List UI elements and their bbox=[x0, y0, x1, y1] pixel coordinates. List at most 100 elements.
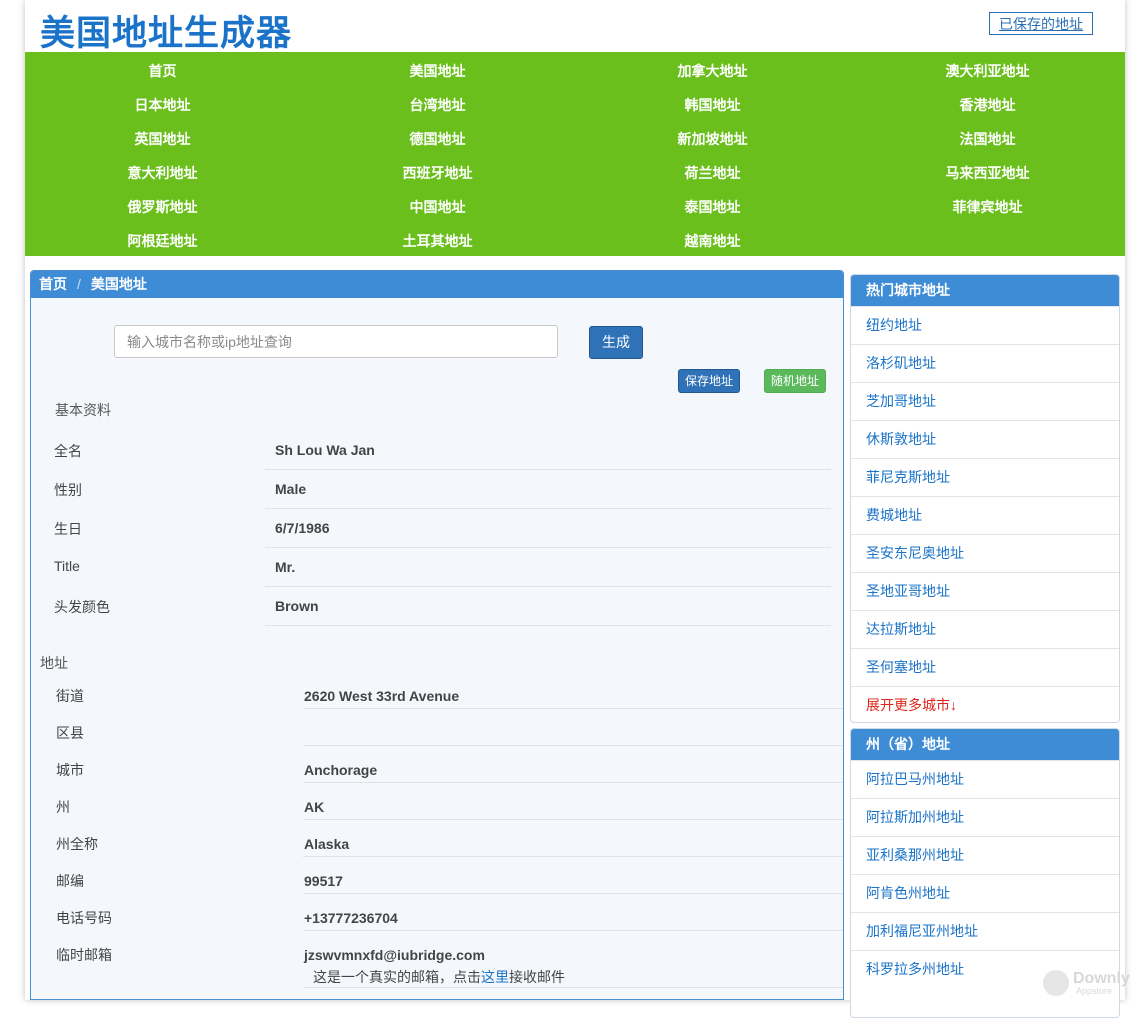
hot-city-link[interactable]: 纽约地址 bbox=[851, 306, 1119, 344]
basic-info-heading: 基本资料 bbox=[55, 402, 111, 418]
nav-item[interactable]: 日本地址 bbox=[25, 95, 300, 115]
states-heading: 州（省）地址 bbox=[851, 729, 1119, 760]
address-field-value: AK bbox=[304, 799, 325, 815]
email-hint-prefix: 这是一个真实的邮箱，点击 bbox=[313, 969, 481, 985]
address-field-value: 2620 West 33rd Avenue bbox=[304, 688, 460, 704]
nav-item[interactable]: 台湾地址 bbox=[300, 95, 575, 115]
row-divider bbox=[303, 819, 843, 820]
nav-item[interactable]: 美国地址 bbox=[300, 61, 575, 81]
nav-item[interactable]: 菲律宾地址 bbox=[850, 197, 1125, 217]
hot-city-link[interactable]: 圣安东尼奥地址 bbox=[851, 534, 1119, 572]
state-link[interactable]: 阿肯色州地址 bbox=[851, 874, 1119, 912]
site-header: 美国地址生成器 已保存的地址 bbox=[25, 0, 1125, 54]
nav-item[interactable]: 英国地址 bbox=[25, 129, 300, 149]
row-divider bbox=[303, 782, 843, 783]
address-field-label: 州全称 bbox=[56, 836, 98, 852]
random-address-button[interactable]: 随机地址 bbox=[764, 369, 826, 393]
nav-item[interactable]: 俄罗斯地址 bbox=[25, 197, 300, 217]
state-link[interactable]: 加利福尼亚州地址 bbox=[851, 912, 1119, 950]
hot-cities-heading: 热门城市地址 bbox=[851, 275, 1119, 306]
row-divider bbox=[265, 508, 831, 509]
hot-city-link[interactable]: 圣何塞地址 bbox=[851, 648, 1119, 686]
nav-item[interactable]: 土耳其地址 bbox=[300, 231, 575, 251]
nav-item[interactable]: 荷兰地址 bbox=[575, 163, 850, 183]
breadcrumb-current: 美国地址 bbox=[90, 276, 147, 292]
page-container: 美国地址生成器 已保存的地址 首页 美国地址 加拿大地址 澳大利亚地址 日本地址 台湾地址… bbox=[25, 0, 1125, 1018]
row-divider bbox=[303, 708, 843, 709]
state-link[interactable]: 亚利桑那州地址 bbox=[851, 836, 1119, 874]
row-divider bbox=[265, 625, 831, 626]
address-field-label: 城市 bbox=[56, 762, 84, 778]
field-label: 生日 bbox=[54, 521, 82, 537]
site-title[interactable]: 美国地址生成器 bbox=[40, 5, 292, 56]
field-label: 头发颜色 bbox=[54, 599, 110, 615]
address-field-label: 州 bbox=[56, 799, 70, 815]
field-value: Brown bbox=[275, 598, 319, 614]
state-link[interactable]: 阿拉巴马州地址 bbox=[851, 760, 1119, 798]
address-field-label: 临时邮箱 bbox=[56, 947, 112, 963]
field-value: Sh Lou Wa Jan bbox=[275, 442, 375, 458]
nav-item[interactable]: 加拿大地址 bbox=[575, 61, 850, 81]
row-divider bbox=[303, 930, 843, 931]
row-divider bbox=[265, 586, 831, 587]
save-address-button[interactable]: 保存地址 bbox=[678, 369, 740, 393]
hot-city-link[interactable]: 休斯敦地址 bbox=[851, 420, 1119, 458]
state-link[interactable]: 阿拉斯加州地址 bbox=[851, 798, 1119, 836]
nav-item[interactable]: 法国地址 bbox=[850, 129, 1125, 149]
nav-item[interactable]: 泰国地址 bbox=[575, 197, 850, 217]
row-divider bbox=[265, 469, 831, 470]
nav-item[interactable]: 新加坡地址 bbox=[575, 129, 850, 149]
nav-item[interactable]: 德国地址 bbox=[300, 129, 575, 149]
hot-city-link[interactable]: 达拉斯地址 bbox=[851, 610, 1119, 648]
expand-more-cities-link[interactable]: 展开更多城市↓ bbox=[851, 686, 1119, 722]
address-field-value: Anchorage bbox=[304, 762, 378, 778]
breadcrumb-home[interactable]: 首页 bbox=[39, 276, 67, 292]
hot-city-link[interactable]: 费城地址 bbox=[851, 496, 1119, 534]
nav-item[interactable]: 马来西亚地址 bbox=[850, 163, 1125, 183]
city-ip-search-input[interactable] bbox=[114, 325, 558, 358]
email-hint-suffix: 接收邮件 bbox=[509, 969, 565, 985]
field-value: Male bbox=[275, 481, 307, 497]
hot-city-link[interactable]: 圣地亚哥地址 bbox=[851, 572, 1119, 610]
field-label: 全名 bbox=[54, 443, 82, 459]
nav-item[interactable]: 意大利地址 bbox=[25, 163, 300, 183]
generate-button[interactable]: 生成 bbox=[589, 326, 643, 359]
hot-city-link[interactable]: 菲尼克斯地址 bbox=[851, 458, 1119, 496]
appstore-watermark: Downly Appstore bbox=[1043, 968, 1143, 1000]
row-divider bbox=[265, 547, 831, 548]
address-heading: 地址 bbox=[40, 655, 68, 671]
address-field-value: 99517 bbox=[304, 873, 343, 889]
nav-item[interactable]: 越南地址 bbox=[575, 231, 850, 251]
field-label: Title bbox=[54, 558, 80, 574]
nav-item[interactable]: 中国地址 bbox=[300, 197, 575, 217]
breadcrumb: 首页 / 美国地址 bbox=[31, 271, 843, 298]
nav-item[interactable]: 首页 bbox=[25, 61, 300, 81]
nav-item[interactable]: 西班牙地址 bbox=[300, 163, 575, 183]
field-value: Mr. bbox=[275, 559, 296, 575]
saved-addresses-link[interactable]: 已保存的地址 bbox=[989, 12, 1093, 35]
country-nav: 首页 美国地址 加拿大地址 澳大利亚地址日本地址 台湾地址 韩国地址 香港地址英国地址 德国地… bbox=[25, 52, 1125, 256]
address-field-label: 区县 bbox=[56, 725, 84, 741]
email-inbox-link[interactable]: 这里 bbox=[481, 969, 509, 985]
nav-item[interactable]: 韩国地址 bbox=[575, 95, 850, 115]
email-hint: 这是一个真实的邮箱，点击这里接收邮件 bbox=[313, 967, 565, 987]
nav-item[interactable]: 澳大利亚地址 bbox=[850, 61, 1125, 81]
downly-logo-icon bbox=[1043, 970, 1069, 996]
breadcrumb-separator: / bbox=[77, 276, 81, 292]
address-field-label: 邮编 bbox=[56, 873, 84, 889]
hot-cities-panel: 热门城市地址 纽约地址 洛杉矶地址 芝加哥地址 休斯敦地址 菲尼克斯地址 费城地址 圣安东尼… bbox=[850, 274, 1120, 723]
field-value: 6/7/1986 bbox=[275, 520, 330, 536]
nav-item[interactable]: 香港地址 bbox=[850, 95, 1125, 115]
row-divider bbox=[303, 987, 843, 988]
address-field-label: 电话号码 bbox=[56, 910, 112, 926]
address-field-value: +13777236704 bbox=[304, 910, 398, 926]
address-field-value: jzswvmnxfd@iubridge.com bbox=[304, 947, 485, 963]
address-field-value: Alaska bbox=[304, 836, 350, 852]
row-divider bbox=[303, 745, 843, 746]
hot-city-link[interactable]: 洛杉矶地址 bbox=[851, 344, 1119, 382]
field-label: 性别 bbox=[54, 482, 82, 498]
hot-city-link[interactable]: 芝加哥地址 bbox=[851, 382, 1119, 420]
row-divider bbox=[303, 856, 843, 857]
watermark-sub: Appstore bbox=[1076, 986, 1113, 996]
nav-item[interactable]: 阿根廷地址 bbox=[25, 231, 300, 251]
